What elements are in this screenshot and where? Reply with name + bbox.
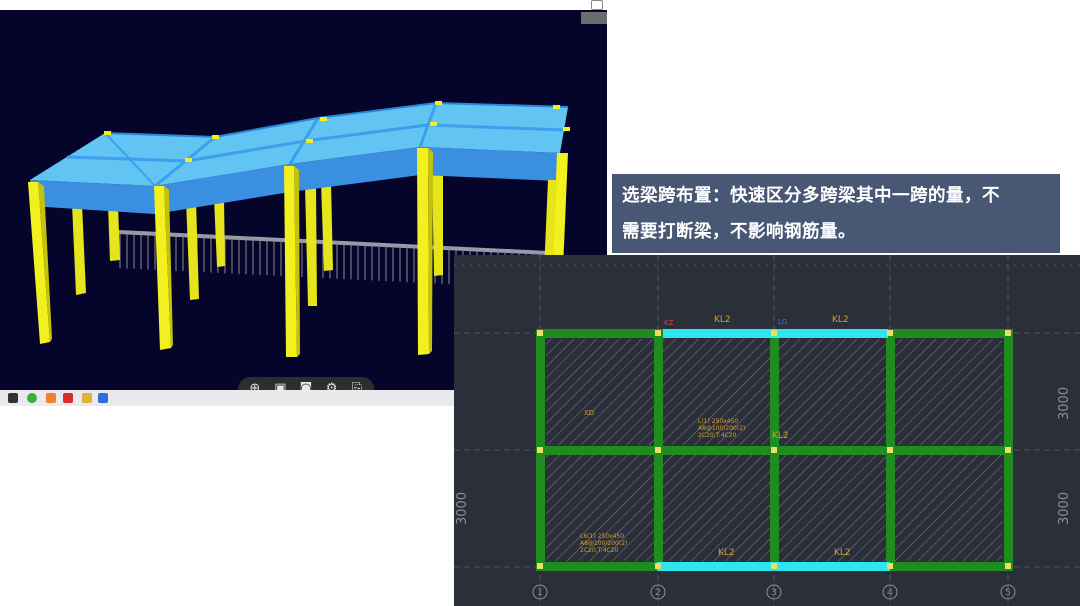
settings-icon[interactable]: ⚙ bbox=[323, 380, 341, 390]
grid-number-5: 5 bbox=[1005, 588, 1011, 598]
grid-number-4: 4 bbox=[887, 588, 893, 598]
beam-label-bottom-left[interactable]: KL2 bbox=[718, 548, 735, 558]
cad-plan-view[interactable]: KL2 LG KL2 KL2 KL2 KL2 KZ XD L(1) 250x45… bbox=[454, 255, 1080, 606]
beam-note-6: 2C20;T:4C20 bbox=[580, 547, 619, 554]
beam-label-middle[interactable]: KL2 bbox=[772, 431, 789, 441]
wps-icon[interactable] bbox=[63, 393, 73, 403]
beam-label-top-right[interactable]: KL2 bbox=[832, 315, 849, 325]
caption-line-1: 选梁跨布置：快速区分多跨梁其中一跨的量，不 bbox=[622, 186, 1000, 206]
beam-label-top-left[interactable]: KL2 bbox=[714, 315, 731, 325]
grid-number-3: 3 bbox=[771, 588, 777, 598]
view-toolbar: ⊕ ▣ ◙ ⚙ ⎘ bbox=[238, 377, 374, 390]
app-icon-orange[interactable] bbox=[46, 393, 56, 403]
camera-icon[interactable]: ◙ bbox=[297, 380, 315, 390]
beam-note-5: A8@100/200(2) bbox=[580, 540, 627, 547]
beam-note-3: 2C20;T:4C20 bbox=[698, 432, 737, 439]
beam-note-2: A8@100/200(2) bbox=[698, 425, 745, 432]
viewer-mini-panel[interactable] bbox=[581, 12, 607, 24]
export-icon[interactable]: ⎘ bbox=[348, 380, 366, 390]
cad-canvas[interactable]: KL2 LG KL2 KL2 KL2 KL2 KZ XD L(1) 250x45… bbox=[454, 255, 1080, 606]
beam-note-1: L(1) 250x450 bbox=[698, 418, 738, 425]
app-icon-blue[interactable] bbox=[98, 393, 108, 403]
grid-view-icon[interactable]: ⊕ bbox=[246, 380, 264, 390]
dimension-right-top: 3000 bbox=[1057, 387, 1072, 420]
column-label: KZ bbox=[664, 319, 674, 327]
beam-label-bottom-right[interactable]: KL2 bbox=[834, 548, 851, 558]
dimension-right-bottom: 3000 bbox=[1057, 492, 1072, 525]
column-ref-xd: XD bbox=[584, 409, 594, 417]
cube-view-icon[interactable]: ▣ bbox=[271, 380, 289, 390]
dimension-left-bottom: 3000 bbox=[455, 492, 470, 525]
beam-note-4: L6(1) 250x450 bbox=[580, 533, 624, 540]
grid-number-2: 2 bbox=[655, 588, 661, 598]
caption-line-2: 需要打断梁，不影响钢筋量。 bbox=[622, 222, 856, 242]
beam-mark-lg: LG bbox=[778, 318, 787, 326]
app-icon-green[interactable] bbox=[27, 393, 37, 403]
folder-icon[interactable] bbox=[82, 393, 92, 403]
caption-box: 选梁跨布置：快速区分多跨梁其中一跨的量，不 需要打断梁，不影响钢筋量。 bbox=[612, 174, 1060, 253]
grid-number-1: 1 bbox=[537, 588, 543, 598]
start-icon[interactable] bbox=[8, 393, 18, 403]
window-restore-icon[interactable] bbox=[591, 0, 603, 10]
